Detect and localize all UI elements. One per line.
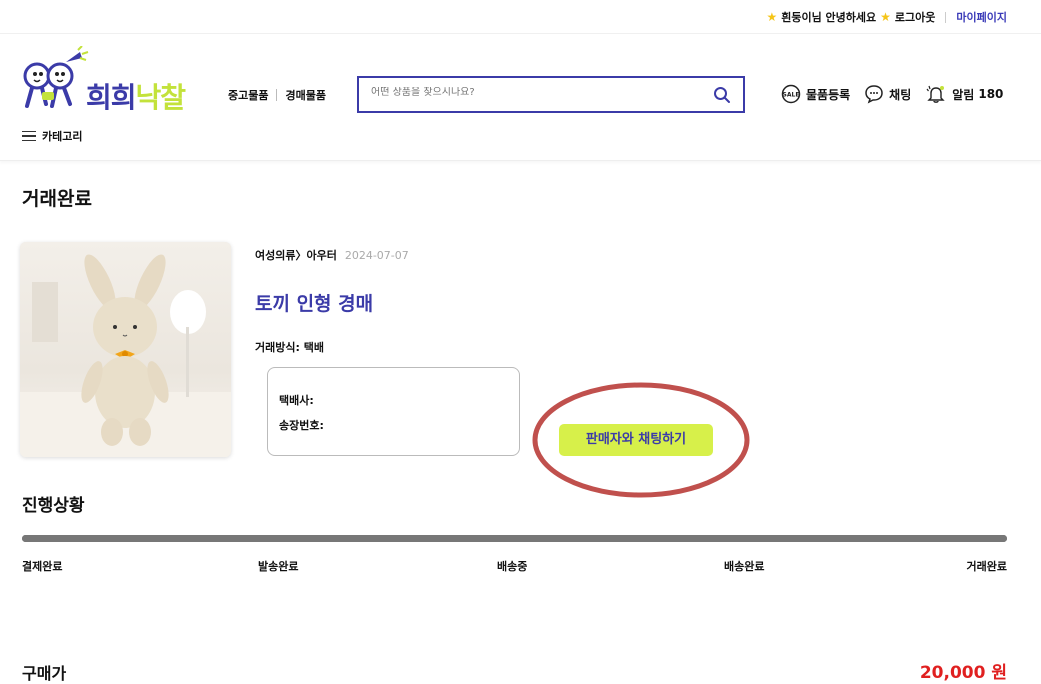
bunny-doll-image bbox=[20, 242, 231, 457]
trade-date: 2024-07-07 bbox=[344, 248, 409, 262]
logo-text: 희희낙찰 bbox=[86, 76, 187, 116]
sale-badge-text: SALE bbox=[783, 92, 800, 99]
alarm-label: 알림 bbox=[952, 87, 975, 102]
category-label: 카테고리 bbox=[42, 130, 83, 143]
star-icon: ★ bbox=[766, 10, 778, 24]
step-trade-complete: 거래완료 bbox=[966, 560, 1007, 573]
logout-link[interactable]: 로그아웃 bbox=[895, 9, 935, 25]
step-in-delivery: 배송중 bbox=[497, 560, 528, 573]
chat-label: 채팅 bbox=[889, 87, 912, 102]
sale-tag-icon: SALE bbox=[781, 84, 801, 104]
logo-text-part2: 낙찰 bbox=[135, 81, 187, 114]
nav-used-goods[interactable]: 중고물품 bbox=[228, 87, 268, 103]
category-path[interactable]: 여성의류〉아우터 bbox=[255, 247, 337, 263]
divider bbox=[276, 89, 278, 101]
shipping-info-box: 택배사: 송장번호: bbox=[267, 367, 520, 456]
nav-auction-goods[interactable]: 경매물품 bbox=[285, 87, 325, 103]
step-payment-complete: 결제완료 bbox=[22, 560, 63, 573]
hamburger-icon bbox=[22, 130, 36, 142]
progress-bar bbox=[22, 535, 1007, 542]
step-shipped: 발송완료 bbox=[258, 560, 299, 573]
site-header: 희희낙찰 중고물품 경매물품 SALE 물품등록 채팅 bbox=[0, 34, 1041, 161]
product-title: 토끼 인형 경매 bbox=[255, 293, 374, 315]
bell-icon bbox=[926, 85, 945, 103]
mypage-link[interactable]: 마이페이지 bbox=[956, 9, 1007, 25]
step-delivered: 배송완료 bbox=[724, 560, 765, 573]
user-menu: ★ 흰둥이님 안녕하세요 ★ 로그아웃 마이페이지 bbox=[766, 9, 1007, 25]
product-image bbox=[20, 242, 231, 457]
star-icon: ★ bbox=[880, 10, 891, 24]
chat-nav-button[interactable]: 채팅 bbox=[864, 84, 911, 104]
courier-label: 택배사: bbox=[279, 394, 314, 407]
greeting-text: 흰둥이님 안녕하세요 bbox=[781, 11, 877, 24]
top-utility-bar: ★ 흰둥이님 안녕하세요 ★ 로그아웃 마이페이지 bbox=[0, 0, 1041, 34]
logo-text-part1: 희희 bbox=[86, 81, 137, 114]
tracking-number-label: 송장번호: bbox=[279, 419, 324, 432]
alarm-count: 180 bbox=[978, 87, 1004, 101]
category-menu-button[interactable]: 카테고리 bbox=[22, 128, 82, 144]
search-bar bbox=[357, 76, 745, 113]
site-logo[interactable]: 희희낙찰 bbox=[22, 46, 202, 114]
divider bbox=[945, 11, 947, 23]
chat-with-seller-button[interactable]: 판매자와 채팅하기 bbox=[559, 424, 713, 456]
page-title: 거래완료 bbox=[22, 188, 92, 210]
price-value: 20,000 원 bbox=[919, 663, 1007, 683]
trade-method: 거래방식: 택배 bbox=[255, 341, 324, 354]
register-label: 물품등록 bbox=[806, 87, 851, 102]
breadcrumb: 여성의류〉아우터 2024-07-07 bbox=[255, 247, 409, 263]
alarm-button[interactable]: 알림 180 bbox=[925, 84, 1003, 104]
progress-title: 진행상황 bbox=[22, 496, 85, 516]
chat-bubble-icon bbox=[865, 85, 883, 104]
logo-mascot-icon bbox=[23, 46, 89, 108]
search-icon[interactable] bbox=[713, 86, 731, 104]
price-label: 구매가 bbox=[22, 664, 67, 683]
search-input[interactable] bbox=[371, 87, 691, 98]
register-item-button[interactable]: SALE 물품등록 bbox=[781, 84, 850, 104]
main-nav: 중고물품 경매물품 bbox=[228, 87, 326, 103]
header-actions: SALE 물품등록 채팅 알림 180 bbox=[781, 84, 1003, 104]
progress-fill bbox=[22, 535, 1007, 542]
